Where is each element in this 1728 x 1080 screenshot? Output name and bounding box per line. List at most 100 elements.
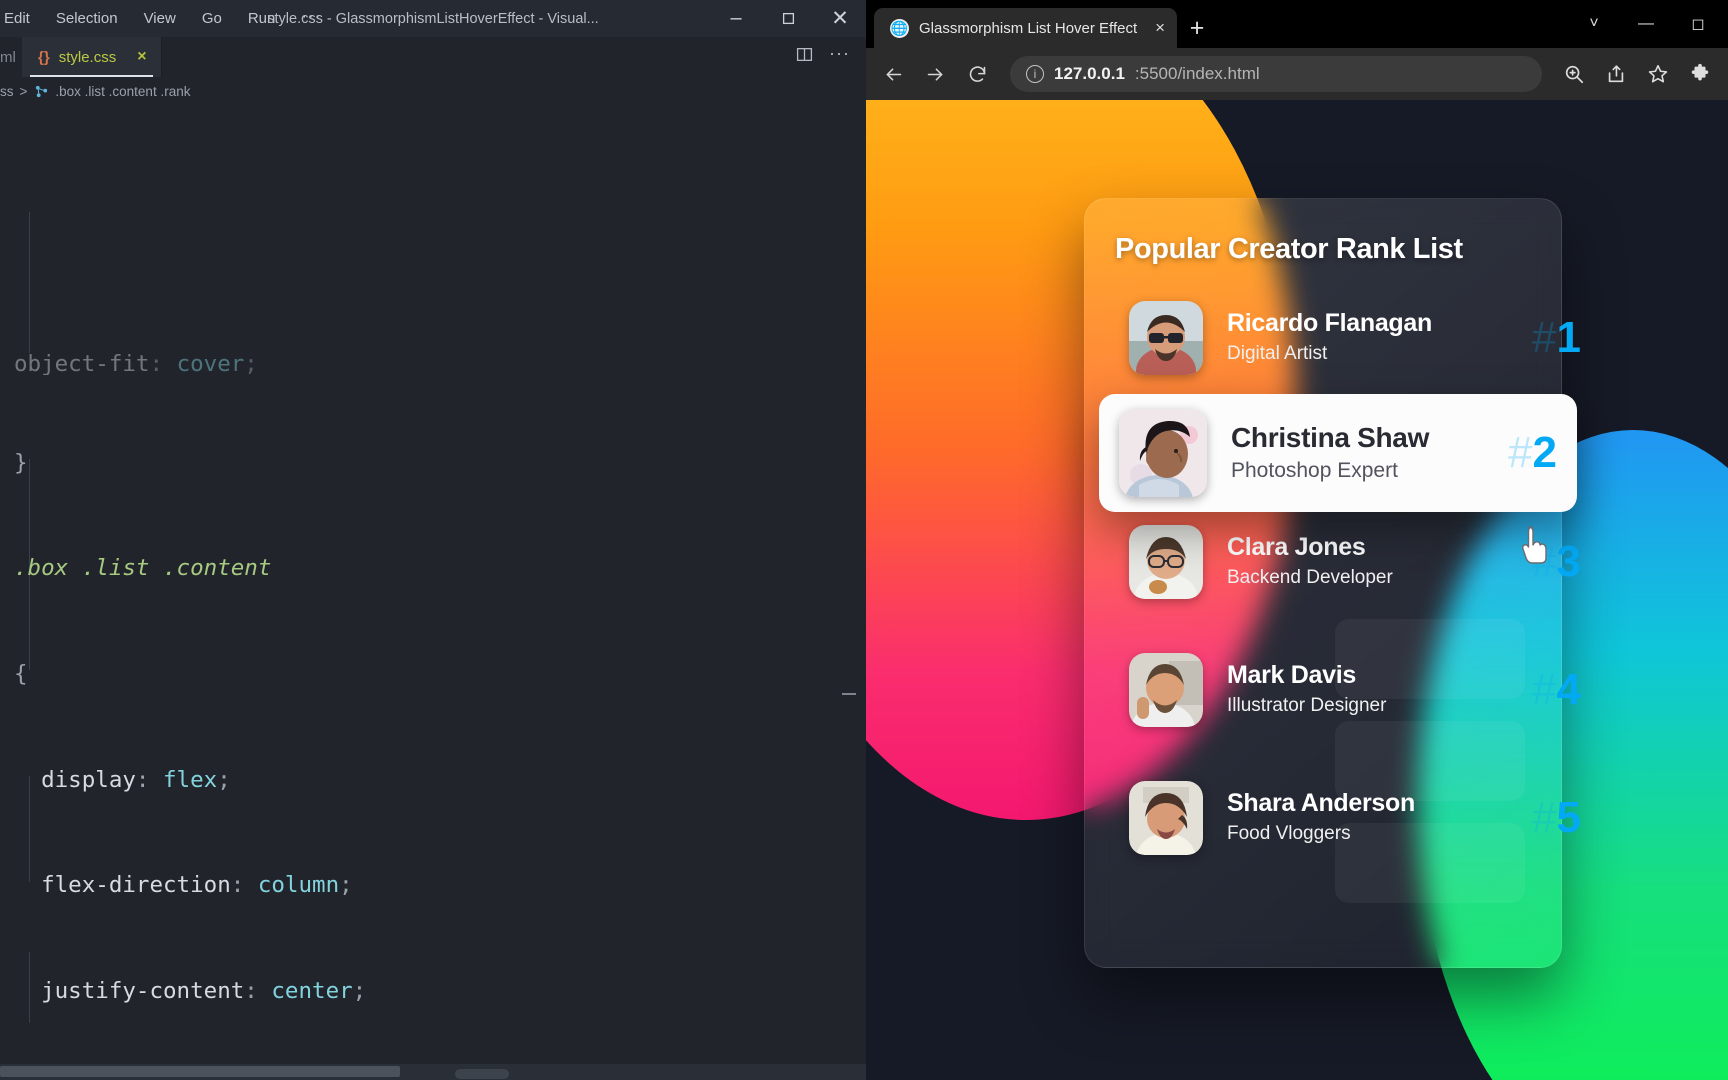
list-item-content: Christina Shaw Photoshop Expert	[1231, 421, 1429, 484]
tab-partial-html[interactable]: ml	[0, 37, 22, 77]
vscode-titlebar: Edit Selection View Go Run ··· style.css…	[0, 0, 866, 37]
share-icon[interactable]	[1596, 54, 1636, 94]
close-icon[interactable]: ✕	[814, 0, 866, 37]
creator-role: Photoshop Expert	[1231, 459, 1398, 483]
code-line: flex-direction: column;	[41, 872, 353, 899]
browser-tab[interactable]: 🌐 Glassmorphism List Hover Effect ×	[874, 8, 1178, 48]
rank-number: 2	[1532, 428, 1557, 477]
vscode-window-controls[interactable]: – ✕	[710, 0, 866, 37]
menu-item-go[interactable]: Go	[202, 10, 222, 27]
avatar	[1129, 781, 1203, 855]
url-path: :5500/index.html	[1134, 64, 1260, 83]
avatar	[1119, 409, 1207, 497]
rank-prefix: #	[1532, 537, 1557, 586]
code-content[interactable]: object-fit: cover; } .box .list .content…	[0, 107, 866, 1080]
creator-name: Christina Shaw	[1231, 422, 1430, 454]
list-item[interactable]: Clara Jones Backend Developer #3	[1115, 518, 1581, 606]
menu-item-selection[interactable]: Selection	[56, 10, 118, 27]
zoom-icon[interactable]	[1554, 54, 1594, 94]
browser-window: 🌐 Glassmorphism List Hover Effect × + ˅ …	[866, 0, 1728, 1080]
browser-toolbar-icons[interactable]	[1554, 54, 1720, 94]
rank-number: 3	[1556, 537, 1581, 586]
rank-number: 4	[1556, 665, 1581, 714]
tab-close-icon[interactable]: ×	[1155, 18, 1165, 38]
rank-prefix: #	[1532, 665, 1557, 714]
chevron-down-icon[interactable]: ˅	[1570, 0, 1618, 48]
avatar	[1129, 301, 1203, 375]
vscode-tabbar: ml {} style.css × ···	[0, 37, 866, 77]
vscode-menubar[interactable]: Edit Selection View Go Run ···	[0, 6, 321, 29]
forward-button[interactable]	[916, 55, 954, 93]
split-editor-icon[interactable]	[796, 46, 813, 68]
creator-name: Clara Jones	[1227, 533, 1366, 562]
menu-item-more-icon[interactable]: ···	[301, 6, 321, 26]
rank-prefix: #	[1508, 428, 1533, 477]
browser-toolbar: i 127.0.0.1 :5500/index.html	[866, 48, 1728, 100]
favorite-star-icon[interactable]	[1638, 54, 1678, 94]
editor-more-icon[interactable]: ···	[829, 43, 850, 64]
rank-badge: #4	[1532, 665, 1581, 715]
code-line: }	[14, 449, 28, 476]
maximize-icon[interactable]: ◻	[1674, 0, 1722, 48]
minimap-marker	[842, 693, 856, 695]
rank-prefix: #	[1532, 313, 1557, 362]
vscode-window: Edit Selection View Go Run ··· style.css…	[0, 0, 866, 1080]
list-item[interactable]: Mark Davis Illustrator Designer #4	[1115, 646, 1581, 734]
code-line: justify-content: center;	[41, 977, 367, 1004]
rank-prefix: #	[1532, 793, 1557, 842]
creator-role: Backend Developer	[1227, 566, 1393, 588]
creator-role: Food Vloggers	[1227, 822, 1351, 844]
back-button[interactable]	[874, 55, 912, 93]
list-item-content: Clara Jones Backend Developer	[1227, 533, 1393, 590]
glass-card: Popular Creator Rank List Ricardo Flanag…	[1084, 198, 1581, 968]
extensions-puzzle-icon[interactable]	[1680, 54, 1720, 94]
address-bar[interactable]: i 127.0.0.1 :5500/index.html	[1010, 56, 1542, 92]
creator-name: Mark Davis	[1227, 661, 1357, 690]
rank-number: 5	[1556, 793, 1581, 842]
code-line: object-fit: cover;	[14, 353, 258, 376]
browser-tabstrip: 🌐 Glassmorphism List Hover Effect × + ˅ …	[866, 0, 1728, 48]
creator-role: Digital Artist	[1227, 342, 1328, 364]
browser-window-controls[interactable]: ˅ — ◻	[1570, 0, 1728, 48]
rank-list: Ricardo Flanagan Digital Artist #1 Clara…	[1099, 294, 1581, 862]
list-item-hovered[interactable]: Christina Shaw Photoshop Expert #2	[1099, 394, 1577, 564]
rank-number: 1	[1556, 313, 1581, 362]
list-item-content: Ricardo Flanagan Digital Artist	[1227, 309, 1432, 366]
menu-item-edit[interactable]: Edit	[4, 10, 30, 27]
horizontal-scrollbar[interactable]	[0, 1066, 400, 1077]
rank-badge: #3	[1532, 537, 1581, 587]
code-line: {	[14, 661, 28, 688]
maximize-icon[interactable]	[762, 0, 814, 37]
code-line: .box .list .content	[14, 555, 272, 582]
code-editor[interactable]: object-fit: cover; } .box .list .content…	[0, 105, 866, 1080]
minimize-icon[interactable]: –	[710, 0, 762, 37]
page-title: Popular Creator Rank List	[1115, 233, 1463, 265]
menu-item-view[interactable]: View	[144, 10, 176, 27]
list-item-content: Shara Anderson Food Vloggers	[1227, 789, 1415, 846]
creator-role: Illustrator Designer	[1227, 694, 1387, 716]
breadcrumb[interactable]: ss > .box .list .content .rank	[0, 77, 866, 105]
url-host: 127.0.0.1	[1054, 64, 1125, 83]
creator-name: Shara Anderson	[1227, 789, 1415, 818]
page-viewport: Popular Creator Rank List Ricardo Flanag…	[866, 100, 1728, 1080]
css-file-icon: {}	[38, 48, 50, 66]
css-symbol-icon	[33, 83, 49, 99]
list-item-content: Mark Davis Illustrator Designer	[1227, 661, 1386, 718]
code-line: display: flex;	[41, 766, 231, 793]
site-info-icon[interactable]: i	[1026, 65, 1044, 83]
menu-item-run[interactable]: Run	[248, 10, 276, 27]
tab-style-css[interactable]: {} style.css ×	[22, 37, 162, 77]
status-pill	[455, 1069, 509, 1079]
breadcrumb-separator-icon: >	[19, 83, 28, 99]
reload-button[interactable]	[958, 55, 996, 93]
tab-close-icon[interactable]: ×	[137, 48, 146, 66]
editor-actions[interactable]: ···	[796, 37, 866, 77]
list-item[interactable]: Shara Anderson Food Vloggers #5	[1115, 774, 1581, 862]
minimize-icon[interactable]: —	[1622, 0, 1670, 48]
breadcrumb-prefix[interactable]: ss	[0, 84, 14, 99]
new-tab-button[interactable]: +	[1177, 8, 1217, 48]
breadcrumb-path[interactable]: .box .list .content .rank	[55, 84, 190, 99]
browser-tab-title: Glassmorphism List Hover Effect	[919, 19, 1138, 37]
creator-name: Ricardo Flanagan	[1227, 309, 1432, 338]
list-item[interactable]: Ricardo Flanagan Digital Artist #1	[1115, 294, 1581, 382]
